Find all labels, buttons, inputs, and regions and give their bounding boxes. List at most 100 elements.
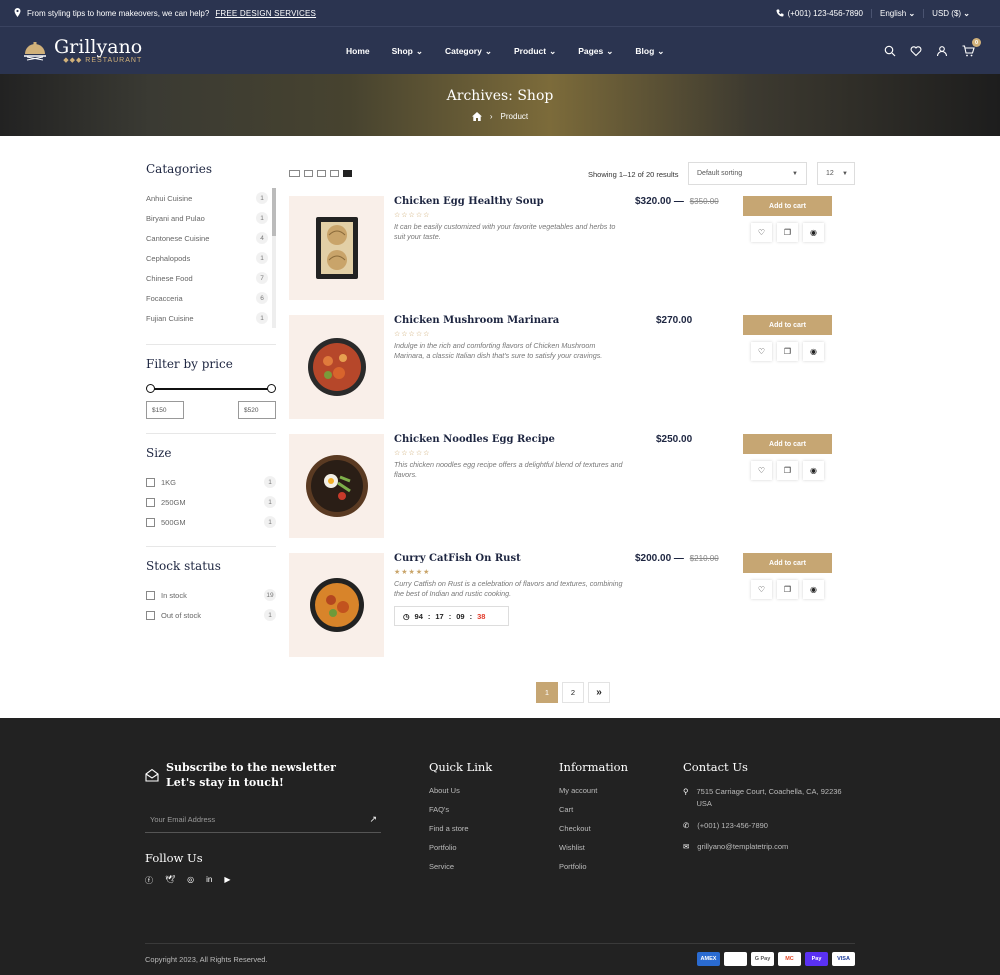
product-image[interactable] xyxy=(289,315,384,419)
size-option[interactable]: 250GM 1 xyxy=(146,492,276,512)
price-max-input[interactable]: $520 xyxy=(238,401,276,419)
category-item[interactable]: Fujian Cuisine 1 xyxy=(146,308,276,328)
price-slider[interactable] xyxy=(146,383,276,395)
footer-link[interactable]: Wishlist xyxy=(559,843,628,862)
twitter-icon[interactable]: 🕊 xyxy=(165,875,175,886)
logo[interactable]: Grillyano ◆◆◆ RESTAURANT xyxy=(22,37,142,64)
category-item[interactable]: Chinese Food 7 xyxy=(146,268,276,288)
list-view-active-icon[interactable] xyxy=(343,170,352,177)
contact-phone[interactable]: ✆ (+001) 123-456-7890 xyxy=(683,820,858,832)
product-name[interactable]: Chicken Mushroom Marinara xyxy=(394,315,624,326)
quick-view-icon[interactable]: ◉ xyxy=(803,580,824,599)
wishlist-icon[interactable]: ♡ xyxy=(751,342,772,361)
footer-link[interactable]: About Us xyxy=(429,786,492,805)
email-input[interactable]: Your Email Address xyxy=(150,815,369,824)
category-count: 1 xyxy=(256,312,268,324)
category-item[interactable]: Anhui Cuisine 1 xyxy=(146,188,276,208)
quick-view-icon[interactable]: ◉ xyxy=(803,342,824,361)
footer-link[interactable]: Portfolio xyxy=(559,862,628,881)
user-icon[interactable] xyxy=(936,44,950,58)
compare-icon[interactable]: ❐ xyxy=(777,580,798,599)
search-icon[interactable] xyxy=(884,44,898,58)
category-item[interactable]: Cantonese Cuisine 4 xyxy=(146,228,276,248)
add-to-cart-button[interactable]: Add to cart xyxy=(743,315,832,335)
wishlist-icon[interactable]: ♡ xyxy=(751,580,772,599)
sorting-select[interactable]: Default sorting ▼ xyxy=(688,162,807,185)
grid-view-icon[interactable] xyxy=(289,170,300,177)
wishlist-icon[interactable]: ♡ xyxy=(751,223,772,242)
product-price: $200.00 — $210.00 xyxy=(635,553,719,564)
nav-label: Shop xyxy=(391,46,413,56)
price-min-input[interactable]: $150 xyxy=(146,401,184,419)
add-to-cart-button[interactable]: Add to cart xyxy=(743,196,832,216)
product-name[interactable]: Chicken Noodles Egg Recipe xyxy=(394,434,624,445)
footer-link[interactable]: Checkout xyxy=(559,824,628,843)
compare-icon[interactable]: ❐ xyxy=(777,461,798,480)
currency-select[interactable]: USD ($) ⌄ xyxy=(923,8,978,18)
language-select[interactable]: English ⌄ xyxy=(870,8,923,18)
footer-link[interactable]: Service xyxy=(429,862,492,881)
slider-handle-max[interactable] xyxy=(267,384,276,393)
home-icon[interactable] xyxy=(471,112,482,121)
checkbox[interactable] xyxy=(146,477,155,487)
heart-icon[interactable] xyxy=(910,44,924,58)
footer-link[interactable]: Cart xyxy=(559,805,628,824)
quick-view-icon[interactable]: ◉ xyxy=(803,223,824,242)
size-option[interactable]: 500GM 1 xyxy=(146,512,276,532)
nav-blog[interactable]: Blog ⌄ xyxy=(635,46,664,57)
compare-icon[interactable]: ❐ xyxy=(777,223,798,242)
grid-view-icon[interactable] xyxy=(317,170,326,177)
cart-icon[interactable]: 0 xyxy=(962,38,981,58)
nav-category[interactable]: Category ⌄ xyxy=(445,46,492,57)
stock-option[interactable]: In stock 19 xyxy=(146,585,276,605)
checkbox[interactable] xyxy=(146,517,155,527)
quick-view-icon[interactable]: ◉ xyxy=(803,461,824,480)
category-scrollbar[interactable] xyxy=(272,188,276,328)
checkbox[interactable] xyxy=(146,610,155,620)
footer-link[interactable]: FAQ's xyxy=(429,805,492,824)
add-to-cart-button[interactable]: Add to cart xyxy=(743,434,832,454)
nav-pages[interactable]: Pages ⌄ xyxy=(578,46,613,57)
footer-link[interactable]: My account xyxy=(559,786,628,805)
checkbox[interactable] xyxy=(146,497,155,507)
checkbox[interactable] xyxy=(146,590,155,600)
phone-link[interactable]: (+001) 123-456-7890 xyxy=(768,9,871,18)
page-1-button[interactable]: 1 xyxy=(536,682,558,703)
next-page-button[interactable]: » xyxy=(588,682,610,703)
list-view-icon[interactable] xyxy=(330,170,339,177)
compare-icon[interactable]: ❐ xyxy=(777,342,798,361)
slider-handle-min[interactable] xyxy=(146,384,155,393)
instagram-icon[interactable]: ◎ xyxy=(187,875,194,886)
size-option[interactable]: 1KG 1 xyxy=(146,472,276,492)
footer-link[interactable]: Find a store xyxy=(429,824,492,843)
per-page-select[interactable]: 12 ▼ xyxy=(817,162,855,185)
youtube-icon[interactable]: ▶ xyxy=(224,875,230,886)
category-item[interactable]: Focacceria 6 xyxy=(146,288,276,308)
product-image[interactable] xyxy=(289,434,384,538)
contact-email[interactable]: ✉ grillyano@templatetrip.com xyxy=(683,841,858,853)
linkedin-icon[interactable]: in xyxy=(206,875,212,886)
footer-link[interactable]: Portfolio xyxy=(429,843,492,862)
grid-view-icon[interactable] xyxy=(304,170,313,177)
product-item: Curry CatFish On Rust ★★★★★ Curry Catfis… xyxy=(289,553,855,658)
categories-title: Catagories xyxy=(146,162,213,176)
category-item[interactable]: Cephalopods 1 xyxy=(146,248,276,268)
nav-home[interactable]: Home xyxy=(346,46,370,56)
category-item[interactable]: Biryani and Pulao 1 xyxy=(146,208,276,228)
product-image[interactable] xyxy=(289,553,384,657)
add-to-cart-button[interactable]: Add to cart xyxy=(743,553,832,573)
page-2-button[interactable]: 2 xyxy=(562,682,584,703)
facebook-icon[interactable]: ⓕ xyxy=(145,875,153,886)
rating-stars: ★★★★★ xyxy=(394,569,431,576)
product-image[interactable] xyxy=(289,196,384,300)
product-description: This chicken noodles egg recipe offers a… xyxy=(394,460,623,479)
wishlist-icon[interactable]: ♡ xyxy=(751,461,772,480)
product-name[interactable]: Chicken Egg Healthy Soup xyxy=(394,196,624,207)
stock-option[interactable]: Out of stock 1 xyxy=(146,605,276,625)
arrow-up-right-icon[interactable]: ↗ xyxy=(369,814,377,825)
nav-shop[interactable]: Shop ⌄ xyxy=(392,46,423,57)
product-name[interactable]: Curry CatFish On Rust xyxy=(394,553,624,564)
promo-link[interactable]: FREE DESIGN SERVICES xyxy=(215,9,316,18)
price-current: $200.00 xyxy=(635,553,672,564)
nav-product[interactable]: Product ⌄ xyxy=(514,46,556,57)
